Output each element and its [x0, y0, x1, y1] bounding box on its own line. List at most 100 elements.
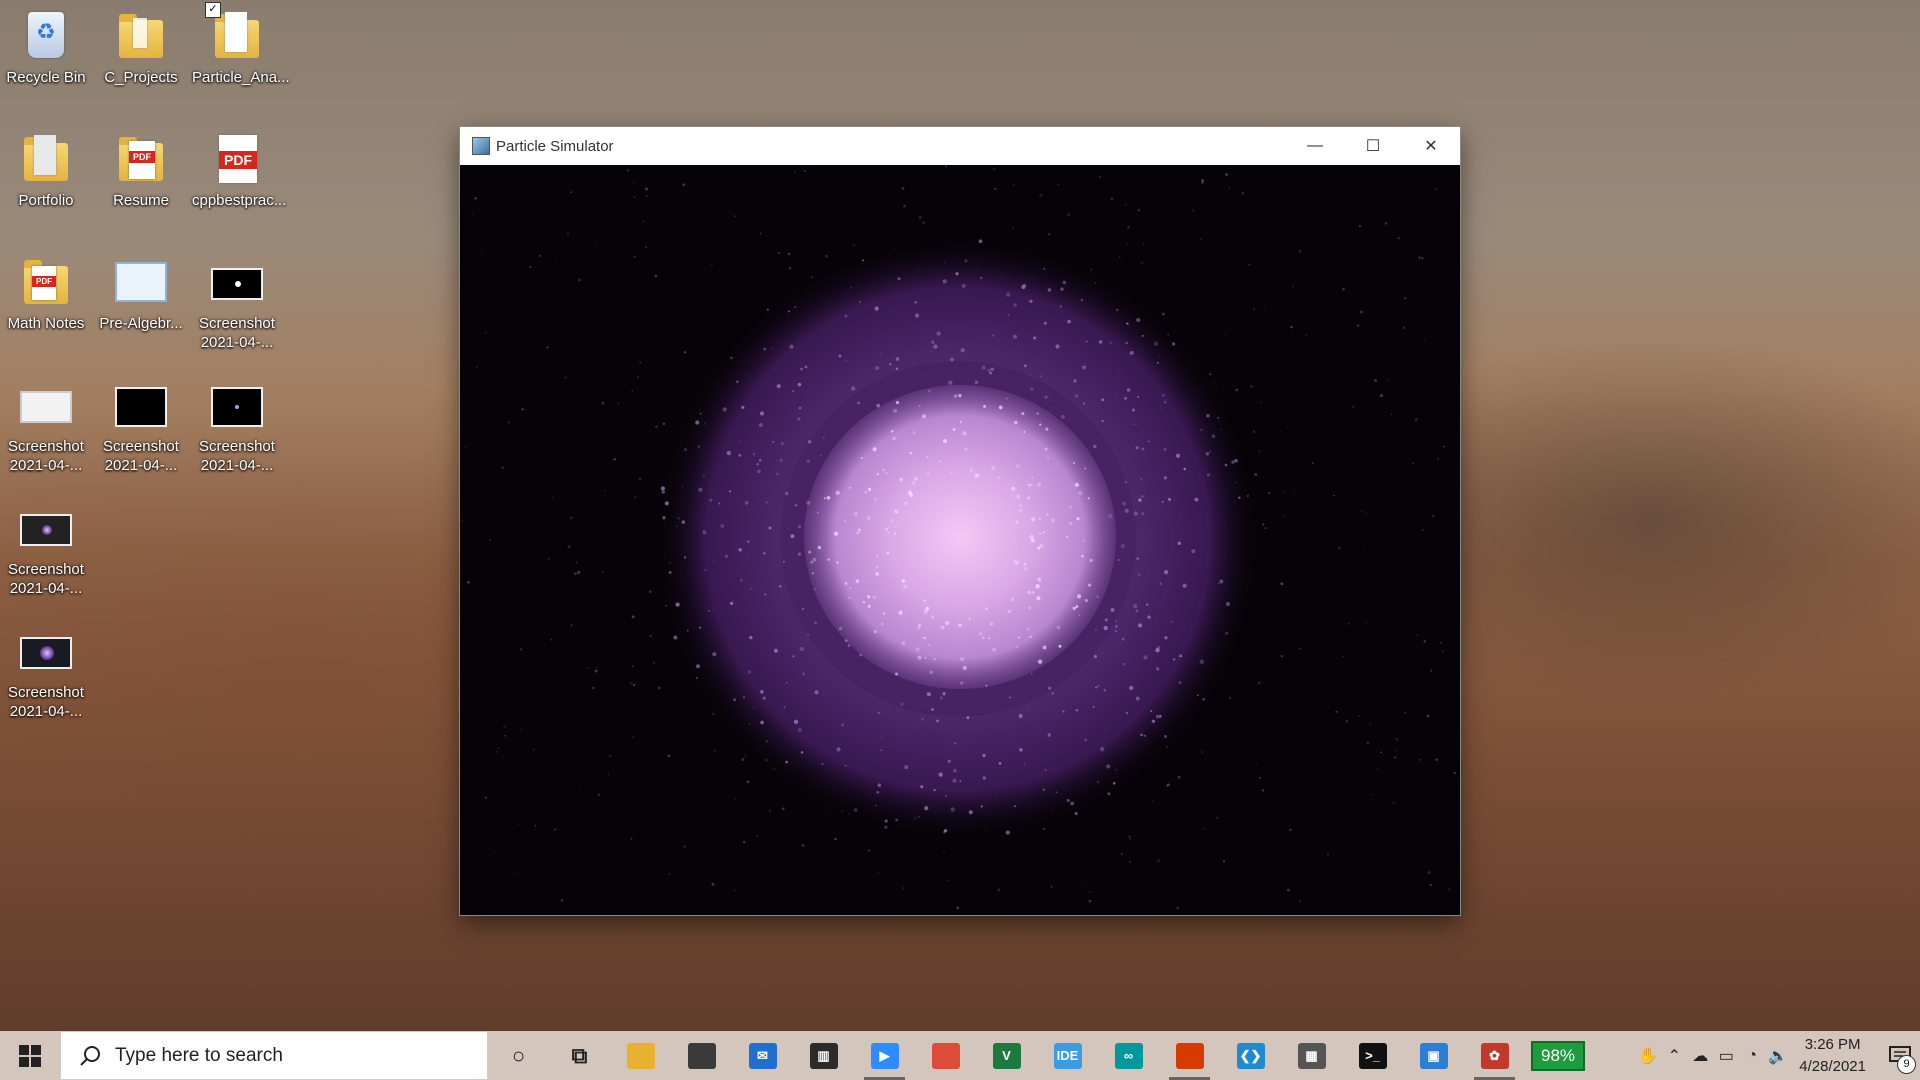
taskbar-ide-button[interactable]: IDE	[1037, 1031, 1098, 1080]
particle-simulator-window[interactable]: Particle Simulator — ☐ ✕	[460, 127, 1460, 915]
particle-dot	[649, 634, 652, 637]
minimize-button[interactable]: —	[1286, 127, 1344, 165]
particle-dot	[683, 351, 687, 354]
particle-dot	[1255, 763, 1258, 766]
taskbar-particle-app-button[interactable]: ✿	[1464, 1031, 1525, 1080]
particle-dot	[1036, 412, 1039, 415]
particle-dot	[864, 490, 868, 494]
start-button[interactable]	[0, 1031, 60, 1080]
taskbar-task-view-button[interactable]: ⧉	[549, 1031, 610, 1080]
particle-dot	[914, 301, 917, 304]
calculator-icon: ▦	[1297, 1042, 1326, 1069]
particle-dot	[898, 610, 903, 615]
inner-particle-core	[804, 385, 1116, 689]
particle-dot	[740, 579, 743, 582]
desktop-icon-screenshot[interactable]: Screenshot 2021-04-...	[1, 377, 91, 475]
particle-dot	[800, 751, 804, 754]
particle-dot	[1010, 597, 1015, 601]
particle-dot	[1110, 607, 1115, 612]
notification-center-button[interactable]: 9	[1880, 1031, 1920, 1080]
search-box[interactable]: Type here to search	[60, 1031, 488, 1080]
desktop-icon-c-projects[interactable]: C_Projects	[96, 8, 186, 87]
desktop-icon-screenshot[interactable]: Screenshot 2021-04-...	[192, 377, 282, 475]
clock[interactable]: 3:26 PM 4/28/2021	[1799, 1034, 1866, 1078]
particle-dot	[1038, 517, 1041, 520]
taskbar-mail-button[interactable]: ✉	[732, 1031, 793, 1080]
particle-dot	[802, 607, 805, 610]
particle-dot	[950, 471, 953, 475]
particle-dot	[847, 644, 851, 647]
particle-dot	[734, 889, 737, 892]
particle-dot	[1125, 711, 1129, 715]
taskbar-vim-button[interactable]: V	[976, 1031, 1037, 1080]
particle-dot	[844, 581, 848, 585]
particle-dot	[960, 657, 965, 662]
desktop-icon-resume[interactable]: PDF Resume	[96, 131, 186, 210]
window-titlebar[interactable]: Particle Simulator — ☐ ✕	[460, 127, 1460, 165]
taskbar-store-button[interactable]	[671, 1031, 732, 1080]
taskbar-vscode-button[interactable]: ❮❯	[1220, 1031, 1281, 1080]
wifi-icon[interactable]: ◔	[1739, 1047, 1765, 1065]
particle-dot	[1129, 350, 1134, 355]
particle-dot	[1112, 781, 1116, 785]
particle-dot	[1395, 749, 1397, 752]
battery-icon[interactable]: ▭	[1713, 1046, 1739, 1066]
onedrive-cloud-icon[interactable]: ☁	[1687, 1046, 1713, 1066]
particle-dot	[1142, 243, 1145, 246]
particle-dot	[1163, 569, 1169, 575]
taskbar-paint-button[interactable]: ▣	[1403, 1031, 1464, 1080]
taskbar-arduino-button[interactable]: ∞	[1098, 1031, 1159, 1080]
particle-dot	[917, 623, 922, 628]
particle-dot	[634, 496, 637, 498]
desktop-icon-screenshot[interactable]: Screenshot 2021-04-...	[96, 377, 186, 475]
taskbar-office-button[interactable]	[1159, 1031, 1220, 1080]
particle-dot	[849, 587, 852, 590]
particle-dot	[1348, 623, 1350, 625]
particle-dot	[1084, 738, 1088, 742]
desktop-icon-screenshot[interactable]: Screenshot 2021-04-...	[1, 623, 91, 721]
particle-dot	[982, 753, 986, 758]
desktop-icon-pre-algebra[interactable]: Pre-Algebr...	[96, 254, 186, 333]
particle-dot	[981, 365, 986, 370]
desktop-icon-screenshot[interactable]: Screenshot 2021-04-...	[1, 500, 91, 598]
desktop-icon-math-notes[interactable]: PDF Math Notes	[1, 254, 91, 333]
desktop-icon-portfolio[interactable]: Portfolio	[1, 131, 91, 210]
simulation-canvas[interactable]	[460, 165, 1460, 915]
particle-dot	[1093, 654, 1098, 659]
particle-dot	[1222, 860, 1226, 863]
particle-dot	[1435, 758, 1439, 761]
taskbar-terminal-button[interactable]: >_	[1342, 1031, 1403, 1080]
taskbar-zoom-button[interactable]: ▶	[854, 1031, 915, 1080]
taskbar-calendar-app-button[interactable]: ▥	[793, 1031, 854, 1080]
particle-dot	[699, 626, 702, 629]
particle-dot	[1012, 227, 1015, 230]
desktop-icon-cppbestprac[interactable]: PDF cppbestprac...	[192, 131, 286, 210]
taskbar-chrome-button[interactable]	[915, 1031, 976, 1080]
checkbox-icon[interactable]: ✓	[205, 2, 221, 18]
particle-dot	[820, 454, 823, 457]
particle-dot	[1118, 256, 1121, 258]
desktop-icon-recycle-bin[interactable]: Recycle Bin	[1, 8, 91, 87]
particle-dot	[853, 808, 858, 812]
maximize-button[interactable]: ☐	[1344, 127, 1402, 165]
taskbar-file-explorer-button[interactable]	[610, 1031, 671, 1080]
particle-dot	[592, 686, 595, 690]
desktop-icon-particle-ana[interactable]: ✓ Particle_Ana...	[192, 2, 290, 87]
particle-dot	[893, 408, 898, 413]
desktop-icon-screenshot[interactable]: Screenshot 2021-04-...	[192, 254, 282, 352]
particle-dot	[1397, 237, 1400, 240]
particle-dot	[1109, 341, 1112, 345]
particle-dot	[741, 758, 745, 761]
particle-dot	[792, 390, 795, 393]
particle-dot	[749, 587, 752, 590]
particle-dot	[1030, 387, 1034, 391]
battery-percent-badge[interactable]: 98%	[1531, 1040, 1586, 1071]
close-button[interactable]: ✕	[1402, 127, 1460, 165]
chevron-up-icon[interactable]: ⌃	[1661, 1046, 1687, 1066]
pen-icon[interactable]: ✋	[1635, 1046, 1661, 1066]
particle-dot	[475, 366, 478, 369]
volume-icon[interactable]: 🔈	[1765, 1046, 1791, 1066]
taskbar-cortana-button[interactable]: ○	[488, 1031, 549, 1080]
particle-dot	[1015, 520, 1019, 524]
taskbar-calculator-button[interactable]: ▦	[1281, 1031, 1342, 1080]
